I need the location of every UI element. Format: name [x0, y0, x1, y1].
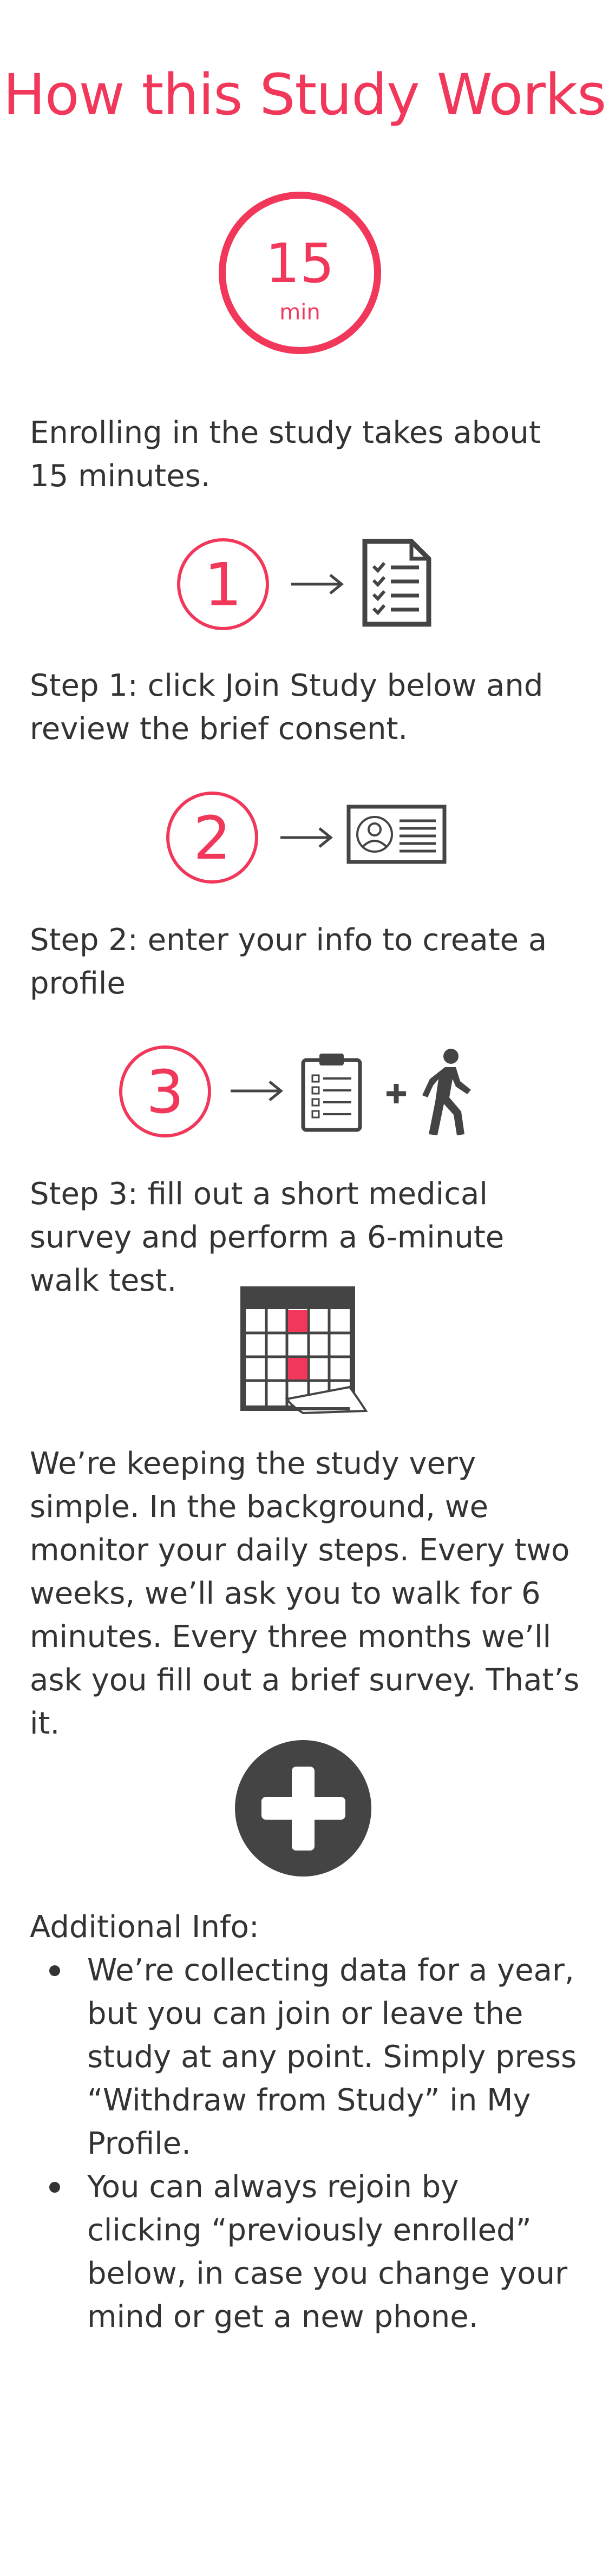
page-title: How this Study Works [3, 62, 607, 128]
additional-info-heading: Additional Info: [30, 1910, 259, 1945]
step-2-badge: 2 [166, 792, 258, 884]
bullet-icon [49, 2182, 60, 2193]
arrow-right-icon [231, 1081, 283, 1101]
add-circle-icon [235, 1740, 371, 1877]
timer-number: 15 [265, 232, 335, 295]
timer-unit: min [279, 300, 320, 325]
arrow-right-icon [280, 827, 333, 848]
step-2-text: Step 2: enter your info to create a prof… [30, 923, 547, 1001]
intro-text: Enrolling in the study takes about 15 mi… [30, 415, 541, 494]
clipboard-survey-icon [301, 1054, 362, 1132]
checklist-icon [362, 539, 431, 627]
arrow-right-icon [291, 574, 344, 594]
timer-badge: 15 min [219, 192, 381, 354]
step-3-text: Step 3: fill out a short medical survey … [30, 1176, 505, 1298]
list-item-text: We’re collecting data for a year, but yo… [87, 1953, 577, 2161]
step-2-number: 2 [193, 803, 231, 873]
additional-info-list: We’re collecting data for a year, but yo… [30, 1949, 582, 2339]
list-item: We’re collecting data for a year, but yo… [30, 1949, 582, 2166]
step-1-text: Step 1: click Join Study below and revie… [30, 668, 543, 747]
plus-icon [387, 1084, 406, 1103]
step-1-number: 1 [204, 550, 242, 619]
walking-person-icon [422, 1049, 471, 1135]
simple-study-text: We’re keeping the study very simple. In … [30, 1446, 580, 1741]
step-3-number: 3 [146, 1057, 184, 1127]
id-card-icon [346, 805, 447, 864]
list-item-text: You can always rejoin by clicking “previ… [87, 2169, 568, 2335]
bullet-icon [49, 1965, 60, 1976]
step-1-badge: 1 [177, 538, 269, 630]
step-3-badge: 3 [119, 1045, 211, 1137]
calendar-icon [240, 1286, 368, 1415]
list-item: You can always rejoin by clicking “previ… [30, 2166, 582, 2339]
